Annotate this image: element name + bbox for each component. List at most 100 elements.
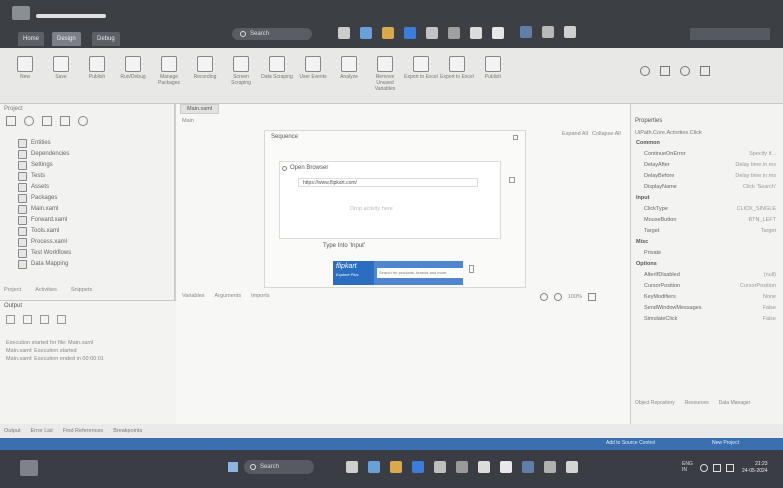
ribbon-button[interactable]: Publish <box>80 56 114 80</box>
tree-item[interactable]: Packages <box>18 193 57 203</box>
ribbon-button[interactable]: Remove Unused Variables <box>368 56 402 92</box>
folder-icon[interactable] <box>382 27 394 39</box>
app-icon[interactable] <box>564 26 576 38</box>
tab-snippets[interactable]: Snippets <box>71 287 92 293</box>
explorer-icon[interactable] <box>360 27 372 39</box>
tab-output[interactable]: Output <box>4 428 21 434</box>
tab-find-references[interactable]: Find References <box>63 428 103 434</box>
property-value[interactable]: Target <box>761 228 776 239</box>
tree-item[interactable]: Test Workflows <box>18 248 71 258</box>
menu-icon[interactable] <box>469 265 474 273</box>
sequence-container[interactable]: Sequence Open Browser https://www.flipka… <box>264 130 526 288</box>
ribbon-button[interactable]: Run/Debug <box>116 56 150 80</box>
info-icon[interactable] <box>40 315 49 324</box>
tab-arguments[interactable]: Arguments <box>215 293 242 299</box>
app-icon[interactable] <box>544 461 556 473</box>
wifi-icon[interactable] <box>700 464 708 472</box>
ribbon-button[interactable]: New <box>8 56 42 80</box>
weather-icon[interactable] <box>20 460 38 476</box>
tree-item[interactable]: Settings <box>18 160 53 170</box>
tree-item[interactable]: Tests <box>18 171 45 181</box>
clear-icon[interactable] <box>6 315 15 324</box>
ribbon-button[interactable]: Screen Scraping <box>224 56 258 86</box>
filter-icon[interactable] <box>60 116 70 126</box>
ribbon-button[interactable]: Publish <box>476 56 510 80</box>
tree-item[interactable]: Assets <box>18 182 49 192</box>
collapse-icon[interactable] <box>42 116 52 126</box>
edge-icon[interactable] <box>412 461 424 473</box>
add-to-source-control[interactable]: Add to Source Control <box>606 440 655 446</box>
copy-icon[interactable] <box>23 315 32 324</box>
warning-icon[interactable] <box>57 315 66 324</box>
property-value[interactable]: Delay time in ms <box>735 162 776 173</box>
tab-project[interactable]: Project <box>4 287 21 293</box>
property-value[interactable]: False <box>763 316 776 327</box>
ribbon-button[interactable]: Recording <box>188 56 222 80</box>
notifications-icon[interactable] <box>700 66 710 76</box>
tree-item[interactable]: Main.xaml <box>18 204 58 214</box>
chrome-icon[interactable] <box>500 461 512 473</box>
refresh-icon[interactable] <box>24 116 34 126</box>
file-explorer-icon[interactable] <box>390 461 402 473</box>
mail-icon[interactable] <box>456 461 468 473</box>
ribbon-button[interactable]: Export to Excel <box>440 56 474 80</box>
collapse-all-button[interactable]: Collapse All <box>592 131 621 137</box>
zoom-icon[interactable] <box>554 293 562 301</box>
tab-design[interactable]: Design <box>52 32 81 46</box>
tree-item[interactable]: Process.xaml <box>18 237 67 247</box>
mail-icon[interactable] <box>448 27 460 39</box>
pan-icon[interactable] <box>540 293 548 301</box>
app-logo-icon[interactable] <box>12 6 30 20</box>
tab-variables[interactable]: Variables <box>182 293 205 299</box>
grid-icon[interactable] <box>509 177 515 183</box>
ribbon-button[interactable]: Save <box>44 56 78 80</box>
property-value[interactable]: False <box>763 305 776 316</box>
property-section[interactable]: Input <box>636 195 776 206</box>
tab-resources[interactable]: Resources <box>685 400 709 406</box>
battery-icon[interactable] <box>726 464 734 472</box>
zoom-level[interactable]: 100% <box>568 294 582 300</box>
tree-item[interactable]: Data Mapping <box>18 259 68 269</box>
property-value[interactable]: CursorPosition <box>740 283 776 294</box>
tab-breakpoints[interactable]: Breakpoints <box>113 428 142 434</box>
property-value[interactable]: (null) <box>764 272 776 283</box>
fit-icon[interactable] <box>588 293 597 301</box>
app-icon[interactable] <box>522 461 534 473</box>
breadcrumb[interactable]: Main <box>182 118 194 124</box>
windows-start-icon[interactable] <box>228 462 238 472</box>
app-icon[interactable] <box>520 26 532 38</box>
store-icon[interactable] <box>434 461 446 473</box>
tab-object-repository[interactable]: Object Repository <box>635 400 675 406</box>
tab-main-xaml[interactable]: Main.xaml <box>180 104 220 114</box>
tab-activities[interactable]: Activities <box>35 287 57 293</box>
app-icon[interactable] <box>566 461 578 473</box>
tab-home[interactable]: Home <box>18 32 45 46</box>
language-indicator[interactable]: ENG IN <box>682 461 693 473</box>
uipath-icon[interactable] <box>478 461 490 473</box>
help-icon[interactable] <box>660 66 670 76</box>
url-input[interactable]: https://www.flipkart.com/ <box>298 178 478 187</box>
edge-icon[interactable] <box>404 27 416 39</box>
system-tray[interactable] <box>690 28 770 40</box>
tab-debug[interactable]: Debug <box>92 32 120 46</box>
property-value[interactable]: CLICK_SINGLE <box>737 206 776 217</box>
tab-imports[interactable]: Imports <box>251 293 269 299</box>
tree-item[interactable]: Forward.xaml <box>18 215 67 225</box>
add-icon[interactable] <box>6 116 16 126</box>
property-value[interactable]: None <box>763 294 776 305</box>
tab-data-manager[interactable]: Data Manager <box>719 400 751 406</box>
store-icon[interactable] <box>426 27 438 39</box>
open-browser-activity[interactable]: Open Browser https://www.flipkart.com/ D… <box>279 161 501 239</box>
chrome-icon[interactable] <box>492 27 504 39</box>
taskview-icon[interactable] <box>338 27 350 39</box>
clock[interactable]: 21:23 24-05-2024 <box>742 461 768 475</box>
type-into-activity[interactable]: Type Into 'Input' flipkart Explore Plus … <box>319 241 477 287</box>
ribbon-button[interactable]: Data Scraping <box>260 56 294 80</box>
ribbon-button[interactable]: User Events <box>296 56 330 80</box>
app-icon[interactable] <box>542 26 554 38</box>
tree-item[interactable]: Tools.xaml <box>18 226 59 236</box>
settings-icon[interactable] <box>78 116 88 126</box>
property-value[interactable]: BTN_LEFT <box>748 217 776 228</box>
taskview-icon[interactable] <box>346 461 358 473</box>
property-value[interactable]: Specify if... <box>749 151 776 162</box>
